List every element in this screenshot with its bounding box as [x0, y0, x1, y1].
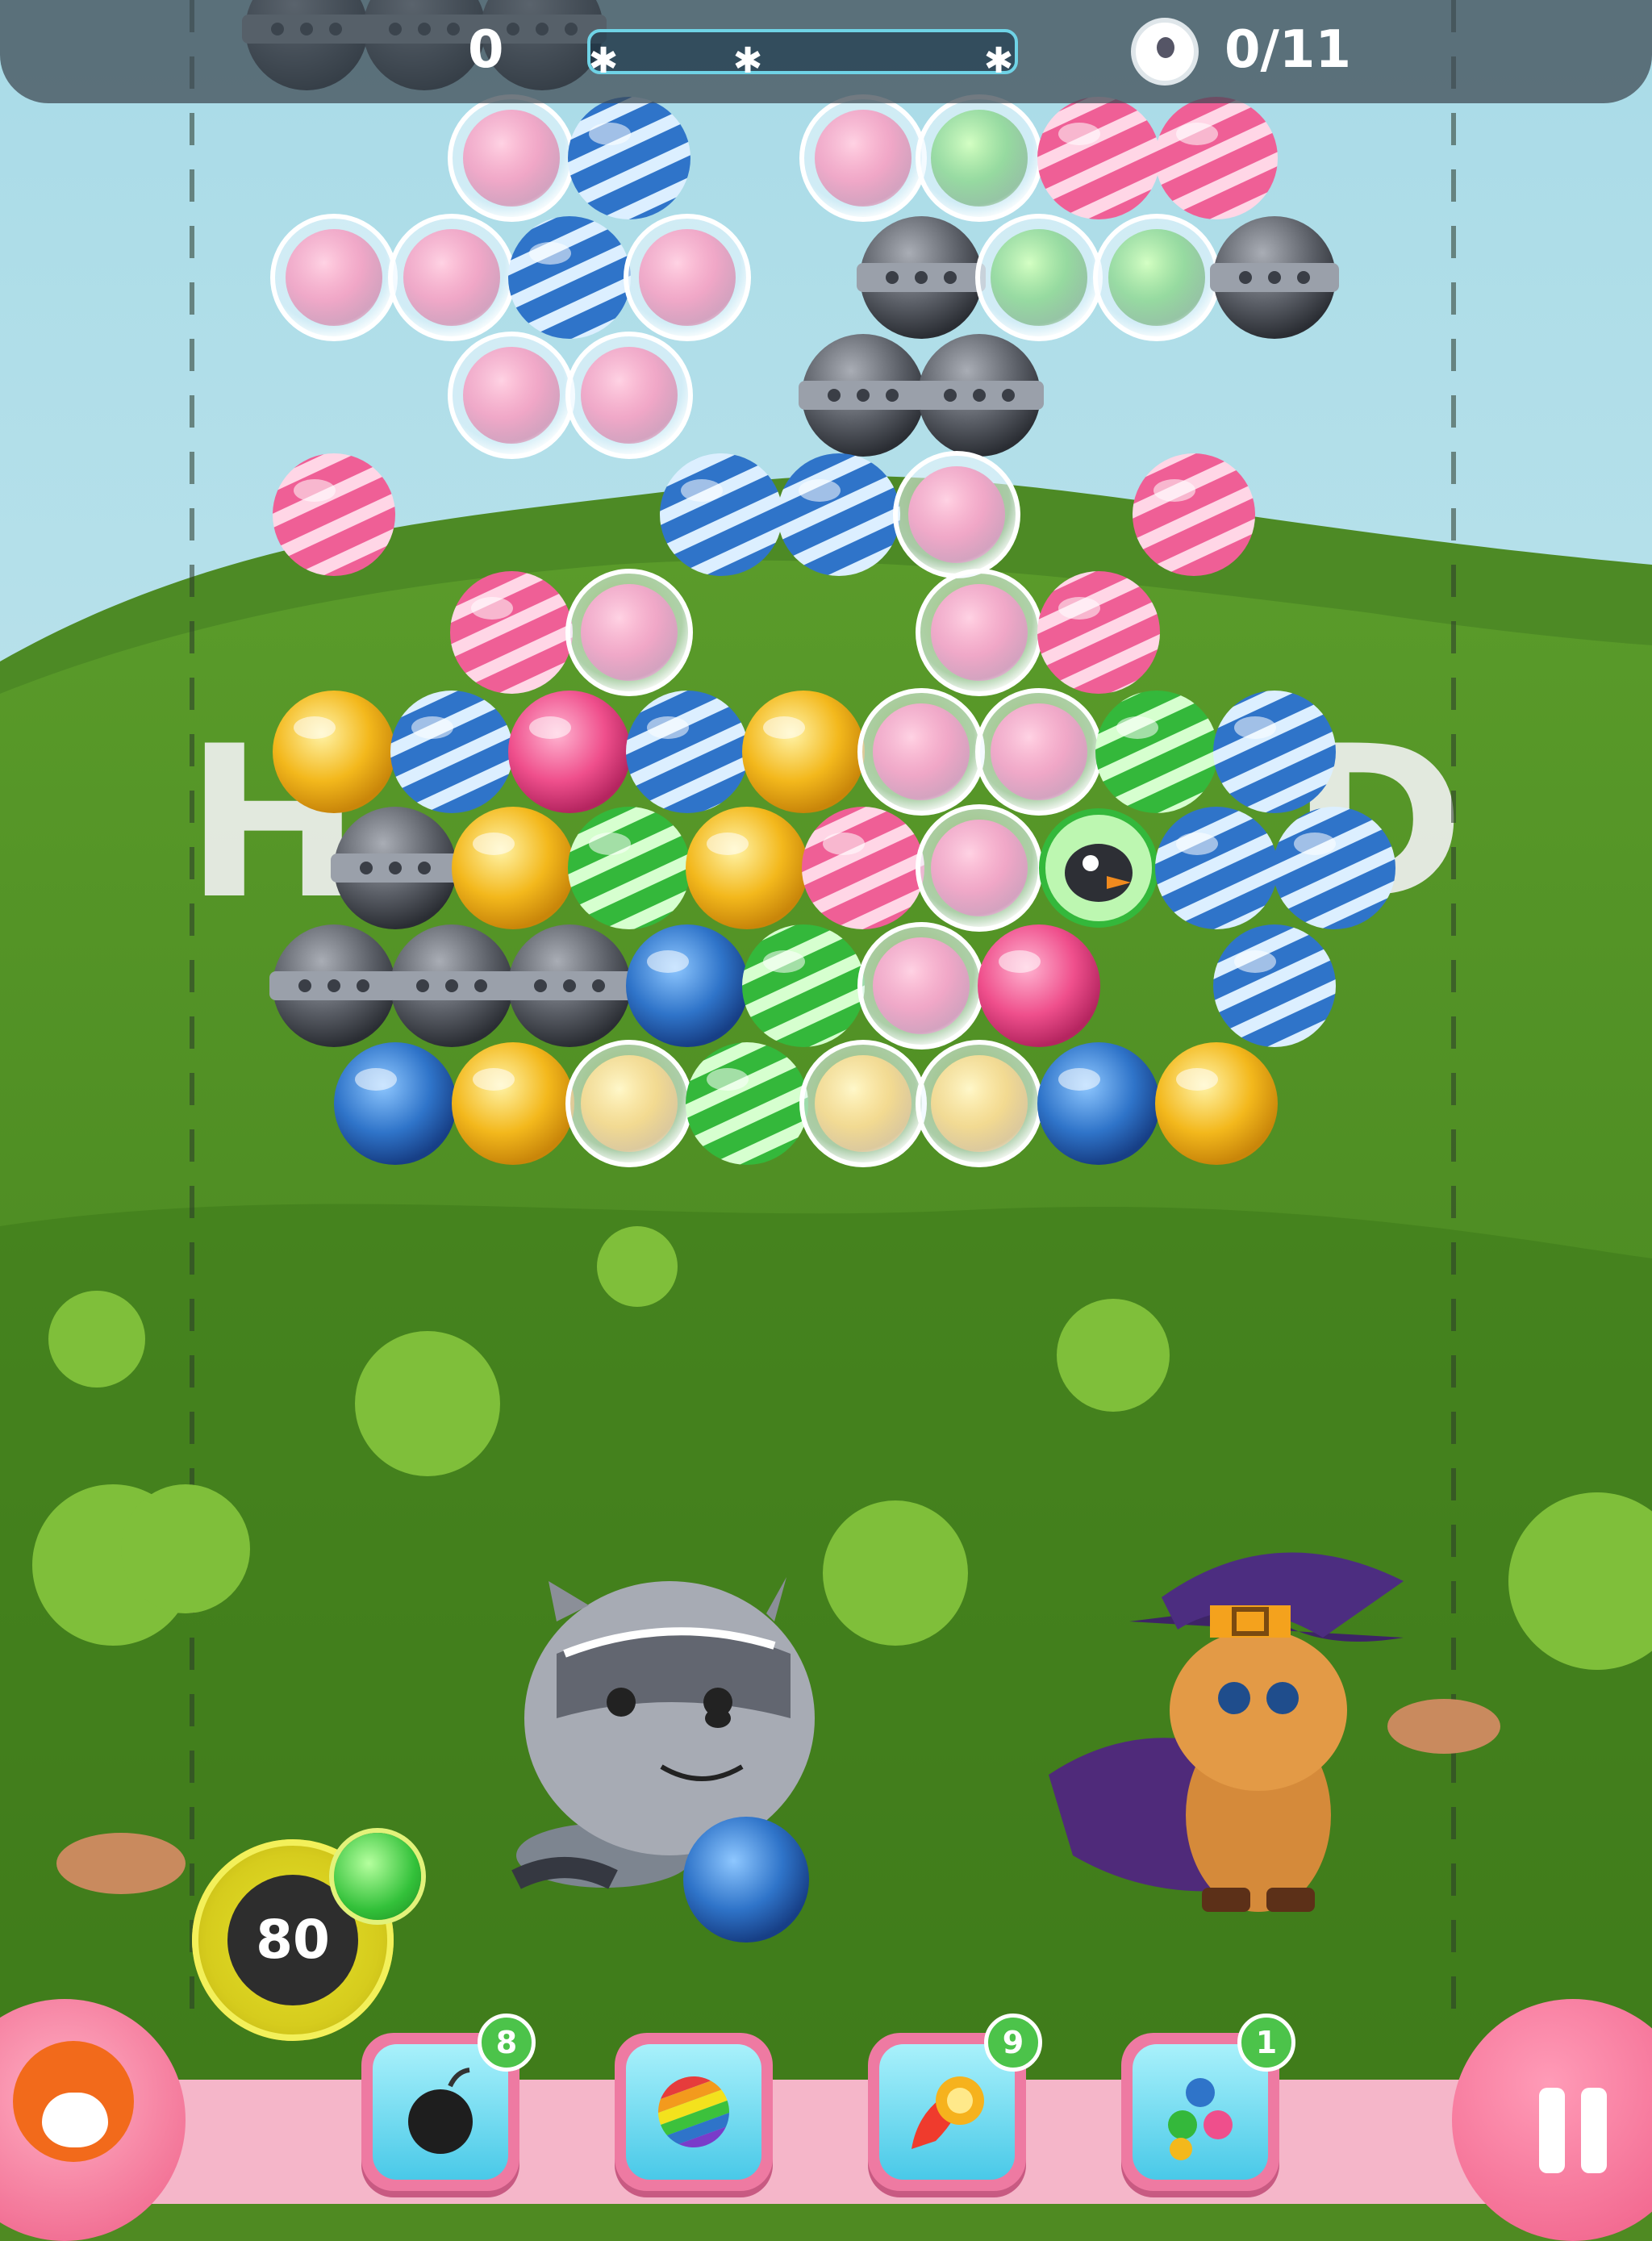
frozen-yellow-bubble [799, 1040, 927, 1167]
frozen-green-bubble [916, 94, 1043, 222]
green-striped-bubble [742, 924, 865, 1047]
yellow-bubble [686, 807, 808, 929]
blue-striped-bubble [626, 691, 749, 813]
blue-bubble [1037, 1042, 1160, 1165]
frozen-pink-bubble [916, 569, 1043, 696]
lower-field [0, 1204, 1652, 2204]
rock-right [1387, 1699, 1500, 1754]
frozen-green-bubble [975, 214, 1103, 341]
frozen-pink-bubble [857, 922, 985, 1050]
frozen-pink-bubble [857, 688, 985, 816]
pink-striped-bubble [273, 453, 395, 576]
star-3-icon: ✱ [983, 40, 1014, 81]
pause-bar-right [1581, 2088, 1607, 2173]
blue-striped-bubble [1273, 807, 1395, 929]
green-striped-bubble [686, 1042, 808, 1165]
blue-striped-bubble [508, 216, 631, 339]
rainbow-booster-face [626, 2044, 761, 2180]
frozen-pink-bubble [624, 214, 751, 341]
yellow-bubble [452, 807, 574, 929]
frozen-pink-bubble [448, 94, 575, 222]
yellow-bubble [1155, 1042, 1278, 1165]
frozen-pink-bubble [916, 804, 1043, 932]
green-striped-bubble [1095, 691, 1218, 813]
pause-bar-left [1539, 2088, 1565, 2173]
triple-color-booster-button[interactable]: 1 [1121, 2014, 1295, 2191]
goal-counter: 0/11 [1224, 20, 1351, 80]
blue-striped-bubble [1213, 924, 1336, 1047]
pink-bubble [978, 924, 1100, 1047]
triple-color-booster-count: 1 [1237, 2014, 1295, 2072]
frozen-green-bubble [1093, 214, 1220, 341]
pink-striped-bubble [1037, 97, 1160, 219]
rainbow-booster-button[interactable] [615, 2033, 773, 2191]
frozen-pink-bubble [388, 214, 515, 341]
bomb-booster-count: 8 [478, 2014, 536, 2072]
next-bubble[interactable] [334, 1833, 421, 1920]
rainbow-ball-icon [648, 2066, 740, 2158]
frozen-yellow-bubble [565, 1040, 693, 1167]
frozen-pink-bubble [448, 332, 575, 459]
pink-striped-bubble [450, 571, 573, 694]
frozen-pink-bubble [565, 332, 693, 459]
green-striped-bubble [568, 807, 690, 929]
pink-striped-bubble [1133, 453, 1255, 576]
top-hud: 0 ✱ ✱ ✱ 0/11 [0, 0, 1652, 103]
booster-toolbar [0, 2080, 1652, 2204]
pink-bubble [508, 691, 631, 813]
frozen-pink-bubble [975, 688, 1103, 816]
blue-striped-bubble [568, 97, 690, 219]
fireball-booster-count: 9 [984, 2014, 1042, 2072]
score-progress-bar [587, 29, 1018, 74]
bird-goal-icon [1131, 18, 1199, 86]
yellow-bubble [273, 691, 395, 813]
bomb-booster-button[interactable]: 8 [361, 2014, 536, 2191]
frozen-pink-bubble [565, 569, 693, 696]
score-label: 0 [468, 20, 504, 80]
blue-striped-bubble [660, 453, 782, 576]
rock-left [56, 1833, 186, 1894]
blue-striped-bubble [1213, 691, 1336, 813]
blue-striped-bubble [1155, 807, 1278, 929]
frozen-yellow-bubble [916, 1040, 1043, 1167]
pink-striped-bubble [1155, 97, 1278, 219]
yellow-bubble [452, 1042, 574, 1165]
trapped-bird-bubble [1039, 808, 1158, 928]
blue-striped-bubble [778, 453, 900, 576]
loaded-bubble[interactable] [683, 1817, 809, 1943]
frozen-pink-bubble [799, 94, 927, 222]
pink-striped-bubble [802, 807, 924, 929]
blue-bubble [334, 1042, 457, 1165]
pink-striped-bubble [1037, 571, 1160, 694]
frozen-pink-bubble [270, 214, 398, 341]
star-2-icon: ✱ [732, 40, 763, 81]
blue-striped-bubble [390, 691, 513, 813]
fireball-booster-button[interactable]: 9 [868, 2014, 1042, 2191]
blue-bubble [626, 924, 749, 1047]
fox-avatar-icon [13, 2041, 134, 2162]
star-1-icon: ✱ [588, 40, 619, 81]
frozen-pink-bubble [893, 451, 1020, 578]
yellow-bubble [742, 691, 865, 813]
